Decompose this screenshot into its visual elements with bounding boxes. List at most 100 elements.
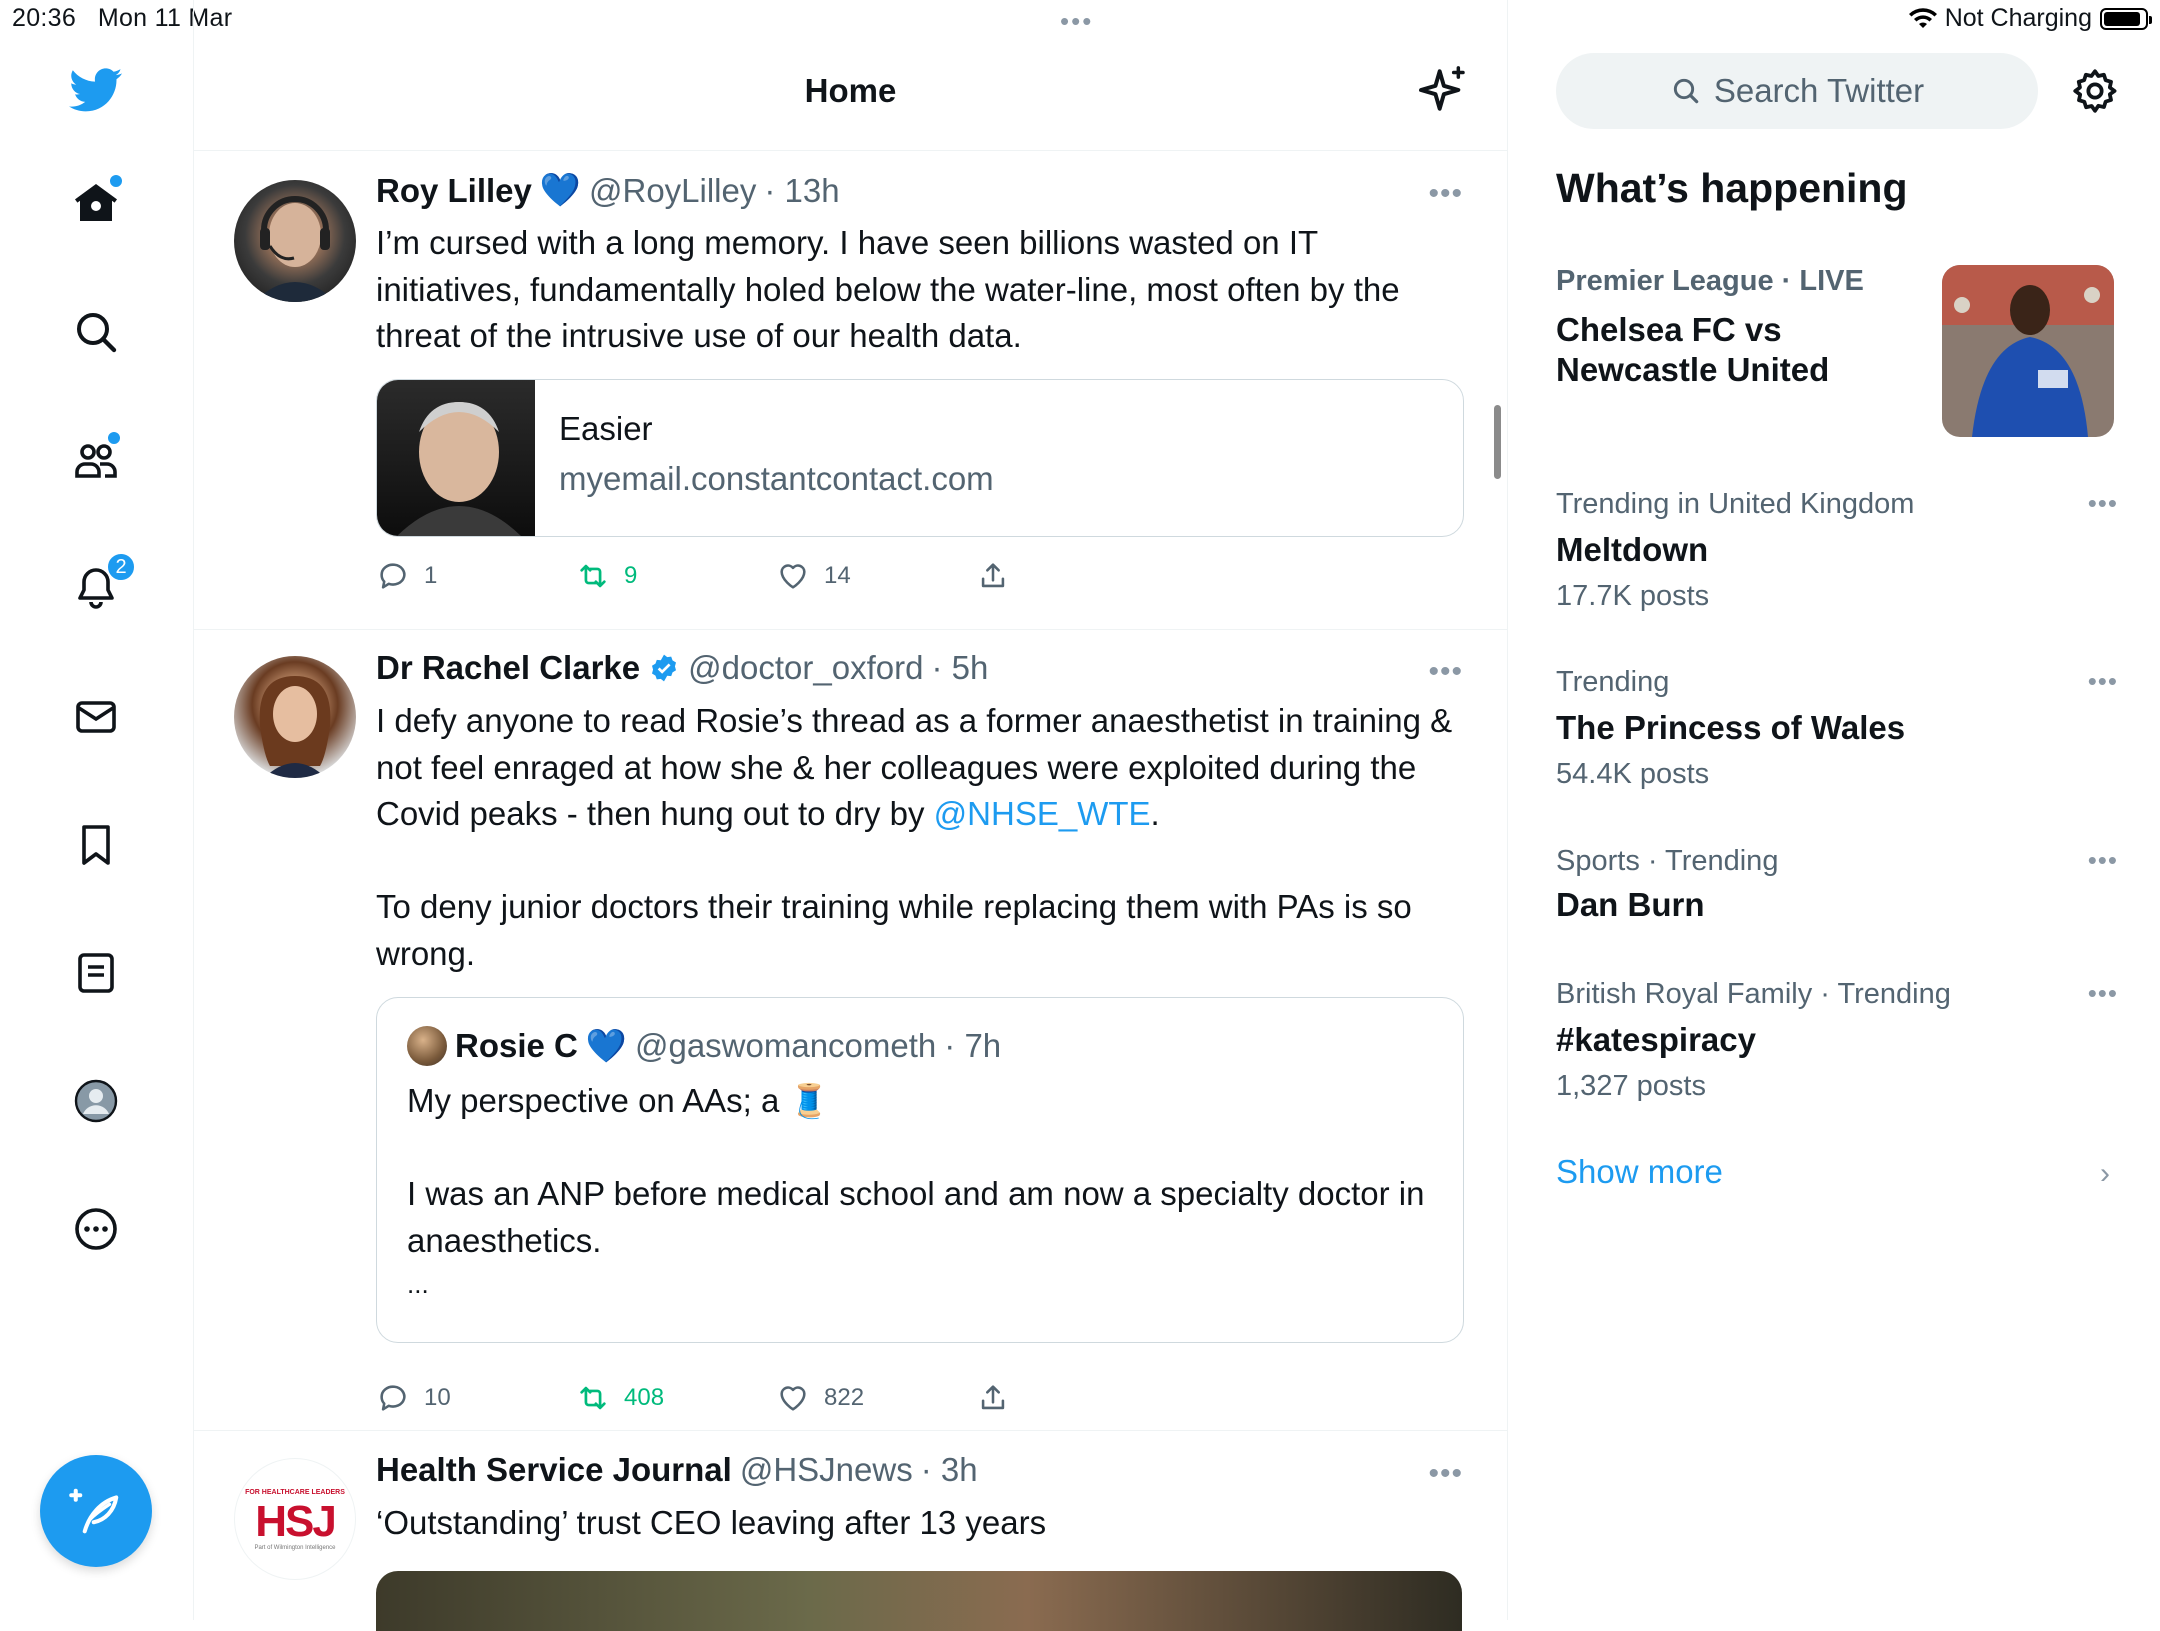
search-placeholder: Search Twitter — [1713, 72, 1925, 109]
retweet-button[interactable]: 9 — [576, 559, 637, 593]
retweet-icon — [580, 1386, 606, 1410]
page-title: Home — [804, 72, 897, 109]
trend-title: Meltdown — [1556, 531, 1709, 568]
feather-plus-icon — [69, 1488, 119, 1534]
sidebar-nav: 2 — [0, 0, 194, 1620]
author-name[interactable]: Roy Lilley — [376, 172, 532, 210]
author-handle[interactable]: @HSJnews — [740, 1451, 913, 1489]
twitter-logo-icon[interactable] — [66, 60, 126, 120]
tweet-text: I defy anyone to read Rosie’s thread as … — [376, 698, 1456, 977]
share-button[interactable] — [976, 1381, 1010, 1415]
share-button[interactable] — [976, 559, 1010, 593]
author-handle[interactable]: @RoyLilley — [589, 172, 756, 210]
author-name[interactable]: Health Service Journal — [376, 1451, 732, 1489]
author-name[interactable]: Dr Rachel Clarke — [376, 649, 640, 687]
retweet-button[interactable]: 408 — [576, 1381, 664, 1415]
tweet-time[interactable]: · 3h — [921, 1451, 978, 1489]
trend-count: 17.7K posts — [1556, 580, 1710, 612]
avatar[interactable] — [234, 180, 356, 302]
sparkle-icon[interactable] — [1414, 62, 1470, 118]
tweet-time[interactable]: · 5h — [931, 649, 988, 687]
blue-heart-badge: 💙 — [539, 171, 581, 208]
card-url: myemail.constantcontact.com — [559, 460, 994, 497]
avatar[interactable] — [234, 656, 356, 778]
trend-meta: British Royal Family · Trending — [1556, 978, 1951, 1010]
avatar[interactable]: FOR HEALTHCARE LEADERS HSJ Part of Wilmi… — [234, 1458, 356, 1580]
mention-link[interactable]: @NHSE_WTE — [934, 795, 1151, 832]
verified-badge-icon — [652, 654, 677, 682]
tweet-header: Roy Lilley 💙 @RoyLilley · 13h — [376, 171, 840, 210]
retweet-count: 9 — [624, 562, 638, 589]
quote-author-name[interactable]: Rosie C — [455, 1027, 578, 1065]
timeline: Home Roy Lilley 💙 @RoyLilley · 13h ••• I… — [194, 0, 1508, 1631]
trend-image — [1942, 265, 2114, 437]
reply-button[interactable]: 10 — [376, 1381, 451, 1415]
author-handle[interactable]: @doctor_oxford — [688, 649, 923, 687]
trend-meta: Sports · Trending — [1556, 845, 1779, 877]
quote-time: · 7h — [944, 1027, 1002, 1064]
more-options-icon[interactable]: ••• — [1428, 1457, 1463, 1491]
more-options-icon[interactable]: ••• — [1428, 655, 1463, 689]
tweet-media-image[interactable] — [376, 1571, 1462, 1631]
envelope-icon — [76, 701, 116, 733]
reply-icon — [380, 563, 406, 589]
more-options-icon[interactable]: ••• — [2088, 845, 2118, 876]
more-options-icon[interactable]: ••• — [2088, 666, 2118, 697]
like-count: 14 — [824, 562, 851, 589]
nav-notifications[interactable]: 2 — [66, 552, 136, 618]
show-more-link[interactable]: Show more — [1556, 1153, 1723, 1191]
gear-icon[interactable] — [2070, 66, 2120, 116]
nav-explore[interactable] — [66, 302, 126, 362]
hsj-logo: HSJ — [255, 1497, 337, 1546]
quoted-tweet[interactable]: Rosie C 💙 @gaswomancometh · 7h My perspe… — [376, 997, 1464, 1343]
trend-meta: Trending in United Kingdom — [1556, 488, 1915, 520]
portrait-image — [397, 402, 521, 536]
like-button[interactable]: 14 — [776, 559, 851, 593]
quote-line: ... — [407, 1269, 429, 1299]
more-options-icon[interactable]: ••• — [2088, 978, 2118, 1009]
like-count: 822 — [824, 1384, 865, 1411]
chevron-right-icon[interactable]: › — [2100, 1157, 2110, 1191]
trend-meta: Premier League · LIVE — [1556, 265, 1864, 297]
hsj-logo-sub: Part of Wilmington Intelligence — [254, 1545, 336, 1551]
more-options-icon[interactable]: ••• — [2088, 488, 2118, 519]
trend-count: 1,327 posts — [1556, 1070, 1706, 1102]
tweet-text: I’m cursed with a long memory. I have se… — [376, 224, 1400, 354]
nav-lists[interactable] — [66, 943, 126, 1003]
nav-bookmarks[interactable] — [66, 815, 126, 875]
like-button[interactable]: 822 — [776, 1381, 864, 1415]
tweet-time[interactable]: · 13h — [764, 172, 839, 210]
quote-avatar[interactable] — [407, 1026, 447, 1066]
nav-home[interactable] — [66, 173, 126, 233]
nav-profile[interactable] — [66, 1071, 126, 1131]
reply-button[interactable]: 1 — [376, 559, 437, 593]
nav-more[interactable] — [66, 1199, 126, 1259]
tweet[interactable]: FOR HEALTHCARE LEADERS HSJ Part of Wilmi… — [194, 1431, 1507, 1631]
trend-meta: Trending — [1556, 666, 1670, 698]
quote-header: Rosie C 💙 @gaswomancometh · 7h — [407, 1026, 1001, 1066]
nav-messages[interactable] — [66, 687, 126, 747]
tweet-header: Dr Rachel Clarke @doctor_oxford · 5h — [376, 649, 988, 687]
list-icon — [78, 953, 114, 993]
bookmark-icon — [82, 825, 110, 865]
tweet-header: Health Service Journal @HSJnews · 3h — [376, 1451, 978, 1489]
more-options-icon[interactable]: ••• — [1428, 177, 1463, 211]
home-unread-dot — [108, 173, 124, 189]
quote-author-handle[interactable]: @gaswomancometh — [635, 1027, 936, 1065]
link-card[interactable]: Easier myemail.constantcontact.com — [376, 379, 1464, 537]
headset-portrait-icon — [254, 196, 336, 302]
compose-tweet-button[interactable] — [40, 1455, 152, 1567]
search-bar[interactable]: Search Twitter — [1556, 53, 2038, 129]
tweet[interactable]: Roy Lilley 💙 @RoyLilley · 13h ••• I’m cu… — [194, 151, 1507, 630]
tweet-actions: 10 408 822 — [376, 1381, 1276, 1421]
tweet[interactable]: Dr Rachel Clarke @doctor_oxford · 5h •••… — [194, 629, 1507, 1431]
more-circle-icon — [75, 1208, 117, 1250]
tweet-text-part: I defy anyone to read Rosie’s thread as … — [376, 702, 1453, 832]
nav-communities[interactable] — [66, 430, 126, 490]
tweet-text-part: . — [1150, 795, 1160, 832]
search-icon — [77, 313, 117, 353]
portrait-image — [259, 676, 331, 778]
trend-title: #katespiracy — [1556, 1021, 1756, 1058]
timeline-header: Home — [194, 40, 1507, 151]
share-icon — [981, 563, 1005, 588]
